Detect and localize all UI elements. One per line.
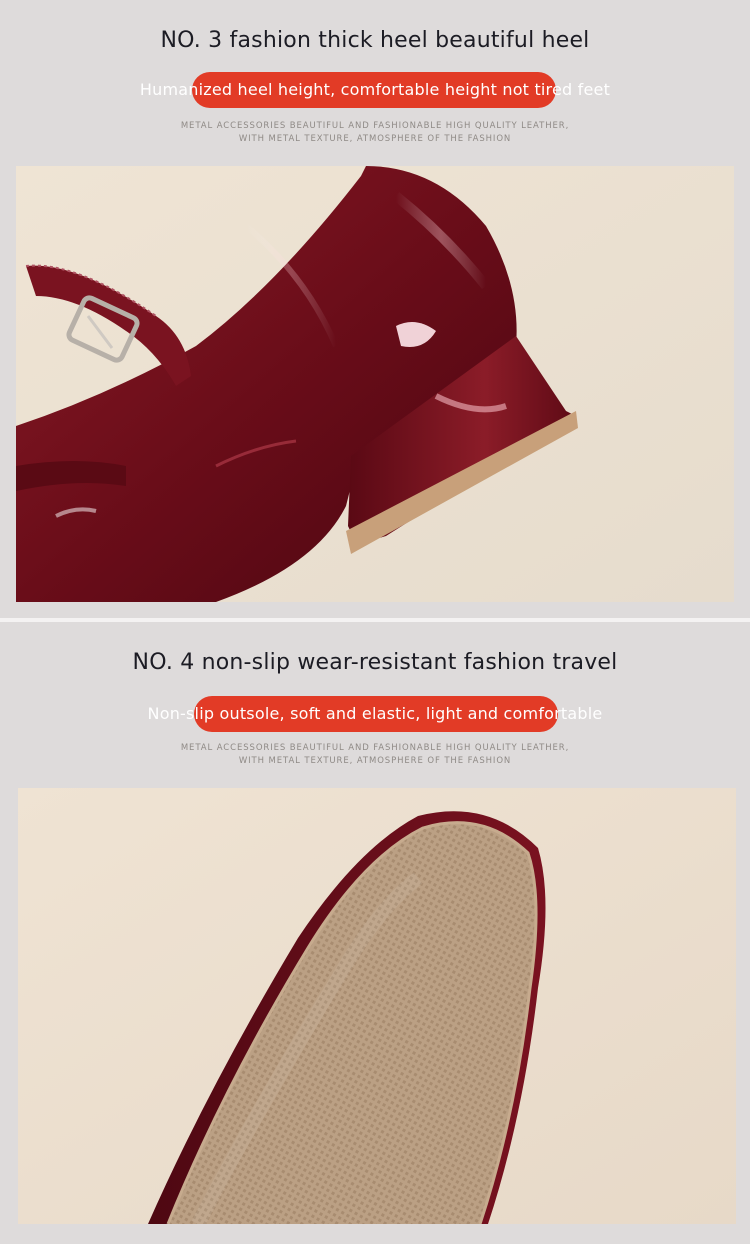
subtitle-line-2: WITH METAL TEXTURE, ATMOSPHERE OF THE FA… bbox=[238, 756, 512, 766]
outsole-closeup-illustration bbox=[18, 788, 736, 1224]
product-photo-heel bbox=[16, 166, 734, 602]
highlight-text: Humanized heel height, comfortable heigh… bbox=[139, 80, 611, 99]
subtitle-line-1: METAL ACCESSORIES BEAUTIFUL AND FASHIONA… bbox=[180, 121, 570, 131]
highlight-banner: Non-slip outsole, soft and elastic, ligh… bbox=[0, 696, 750, 732]
section-title: NO. 4 non-slip wear-resistant fashion tr… bbox=[132, 650, 618, 675]
feature-section-outsole: NO. 4 non-slip wear-resistant fashion tr… bbox=[0, 622, 750, 1244]
product-photo-outsole bbox=[18, 788, 736, 1224]
highlight-text: Non-slip outsole, soft and elastic, ligh… bbox=[147, 704, 603, 723]
subtitle-line-2: WITH METAL TEXTURE, ATMOSPHERE OF THE FA… bbox=[238, 134, 512, 144]
subtitle-line-1: METAL ACCESSORIES BEAUTIFUL AND FASHIONA… bbox=[180, 743, 570, 753]
heel-closeup-illustration bbox=[16, 166, 734, 602]
section-title: NO. 3 fashion thick heel beautiful heel bbox=[160, 28, 590, 53]
highlight-banner: Humanized heel height, comfortable heigh… bbox=[0, 72, 750, 108]
feature-section-heel: NO. 3 fashion thick heel beautiful heel … bbox=[0, 0, 750, 618]
